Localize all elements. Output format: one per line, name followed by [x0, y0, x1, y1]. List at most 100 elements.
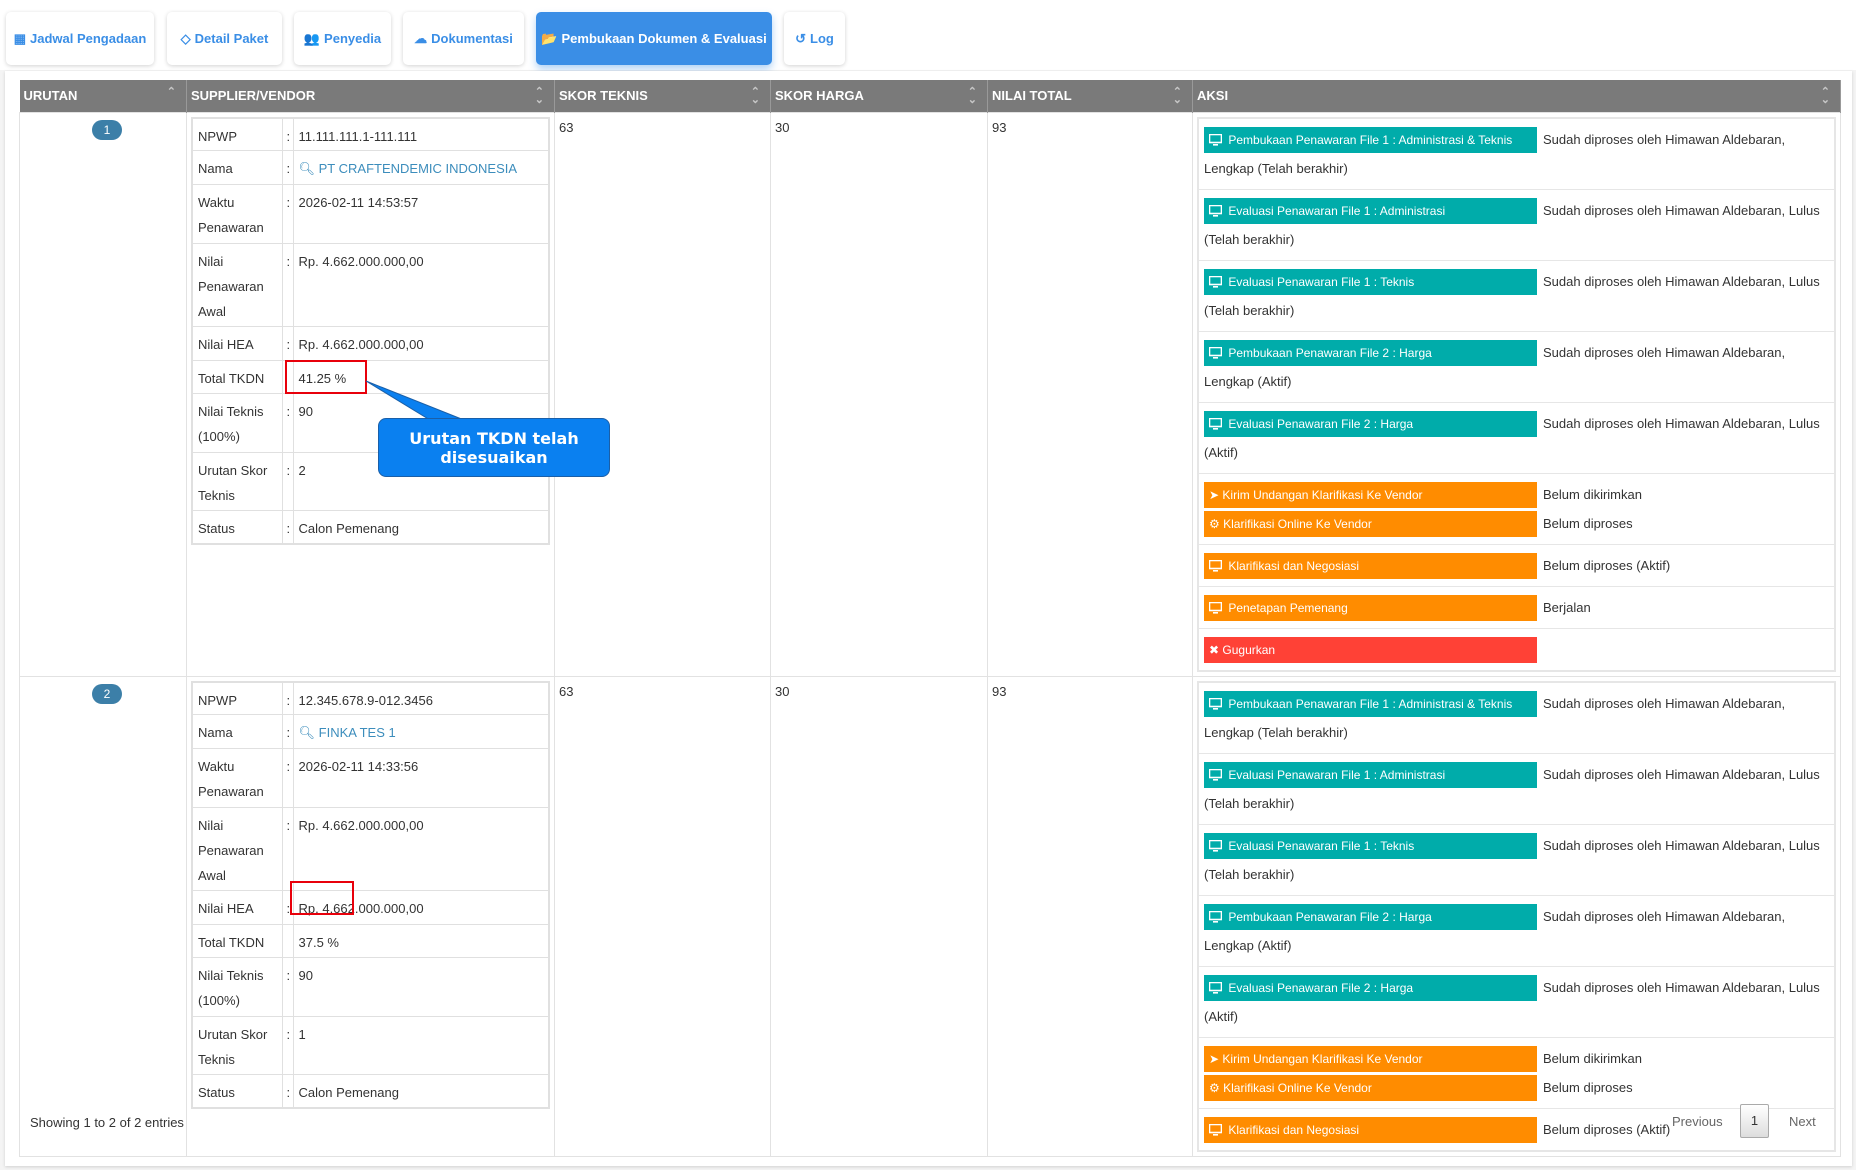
colon: :	[286, 1085, 291, 1100]
monitor-icon	[1208, 981, 1225, 995]
tab-label: Log	[810, 31, 834, 46]
sort-asc-icon: ⌃	[166, 86, 176, 98]
action-item: ✖ Gugurkan	[1204, 635, 1829, 664]
action-button[interactable]: Klarifikasi dan Negosiasi	[1204, 552, 1537, 579]
action-group: ✖ Gugurkan	[1199, 629, 1834, 670]
monitor-icon	[1208, 697, 1225, 711]
action-button[interactable]: ➤ Kirim Undangan Klarifikasi Ke Vendor	[1204, 481, 1537, 508]
action-button[interactable]: Klarifikasi dan Negosiasi	[1204, 1116, 1537, 1143]
value-cell: 11.111.111.1-111.111	[292, 117, 550, 151]
colon: :	[286, 968, 291, 983]
colon: :	[286, 759, 291, 774]
vendor-field-nama: Nama: 🔍︎ FINKA TES 1	[191, 714, 550, 749]
action-item: Evaluasi Penawaran File 2 : Harga Sudah d…	[1204, 973, 1829, 1031]
action-button[interactable]: Evaluasi Penawaran File 1 : Administrasi	[1204, 761, 1537, 788]
header-label: AKSI	[1197, 88, 1229, 104]
action-button[interactable]: Pembukaan Penawaran File 1 : Administras…	[1204, 690, 1537, 717]
action-button[interactable]: ⚙ Klarifikasi Online Ke Vendor	[1204, 510, 1537, 537]
tab-label: Jadwal Pengadaan	[29, 31, 147, 46]
action-button[interactable]: Pembukaan Penawaran File 2 : Harga	[1204, 903, 1537, 930]
action-button[interactable]: Evaluasi Penawaran File 1 : Administrasi	[1204, 197, 1537, 224]
urutan-value: 1	[298, 1027, 306, 1042]
action-button[interactable]: Evaluasi Penawaran File 1 : Teknis	[1204, 268, 1537, 295]
gears-icon: ⚙	[1209, 1080, 1220, 1095]
aksi-cell: Pembukaan Penawaran File 1 : Administras…	[1192, 111, 1841, 677]
colon-cell: :	[281, 714, 294, 749]
tab-detail-paket[interactable]: ◇ Detail Paket	[167, 12, 282, 65]
callout-annotation: Urutan TKDN telah disesuaikan	[378, 418, 610, 477]
monitor-icon	[1208, 133, 1225, 147]
action-button[interactable]: Penetapan Pemenang	[1204, 594, 1537, 621]
colon: :	[286, 161, 291, 176]
action-button[interactable]: ➤ Kirim Undangan Klarifikasi Ke Vendor	[1204, 1045, 1537, 1072]
colon: :	[286, 195, 291, 210]
column-header-nilai-total[interactable]: NILAI TOTAL ⌃ ⌄	[987, 80, 1193, 112]
vendor-name: FINKA TES 1	[318, 725, 396, 740]
table-row: 2 NPWP:12.345.678.9-012.3456 Nama: 🔍︎ FINK…	[19, 675, 1841, 1157]
monitor-icon	[1208, 839, 1225, 853]
action-label: Evaluasi Penawaran File 1 : Teknis	[1228, 838, 1415, 853]
action-button[interactable]: Evaluasi Penawaran File 2 : Harga	[1204, 974, 1537, 1001]
next-button[interactable]: Next	[1789, 1114, 1816, 1129]
tab-penyedia[interactable]: 👥 Penyedia	[294, 12, 391, 65]
action-label: Klarifikasi dan Negosiasi	[1228, 1122, 1360, 1137]
colon-cell: :	[281, 1074, 294, 1108]
diamond-icon: ◇	[180, 30, 191, 46]
action-button[interactable]: ✖ Gugurkan	[1204, 636, 1537, 663]
sort-icon: ⌃ ⌄	[1172, 86, 1182, 106]
colon: :	[286, 337, 291, 352]
action-group: Pembukaan Penawaran File 1 : Administras…	[1199, 119, 1834, 190]
action-label: Kirim Undangan Klarifikasi Ke Vendor	[1222, 1051, 1423, 1066]
cloud-download-icon: ☁	[414, 30, 428, 46]
vendor-name-link[interactable]: 🔍︎ PT CRAFTENDEMIC INDONESIA	[299, 161, 518, 176]
action-label: Pembukaan Penawaran File 1 : Administras…	[1228, 132, 1513, 147]
teknis-label: Nilai Teknis (100%)	[191, 393, 283, 453]
sort-icon: ⌃ ⌄	[534, 86, 544, 106]
tab-jadwal-pengadaan[interactable]: ▦ Jadwal Pengadaan	[6, 12, 154, 65]
column-header-supplier-vendor[interactable]: SUPPLIER/VENDOR ⌃ ⌄	[186, 80, 555, 112]
action-item: Evaluasi Penawaran File 1 : Teknis Sudah …	[1204, 267, 1829, 325]
value-cell: 🔍︎ FINKA TES 1	[292, 714, 550, 749]
action-status: Belum diproses	[1543, 1079, 1633, 1095]
tab-dokumentasi[interactable]: ☁ Dokumentasi	[403, 12, 524, 65]
monitor-icon	[1208, 768, 1225, 782]
column-header-aksi[interactable]: AKSI ⌃ ⌄	[1192, 80, 1841, 112]
action-button[interactable]: Evaluasi Penawaran File 1 : Teknis	[1204, 832, 1537, 859]
column-header-skor-harga[interactable]: SKOR HARGA ⌃ ⌄	[770, 80, 988, 112]
vendor-name-link[interactable]: 🔍︎ FINKA TES 1	[299, 725, 396, 740]
column-header-urutan[interactable]: URUTAN ⌃	[19, 80, 187, 112]
evaluation-table: URUTAN ⌃ SUPPLIER/VENDOR ⌃ ⌄ SKOR TEKNIS ⌃ ⌄ SKO…	[19, 80, 1841, 1157]
action-group: Pembukaan Penawaran File 2 : Harga Sudah …	[1199, 896, 1834, 967]
action-button[interactable]: Evaluasi Penawaran File 2 : Harga	[1204, 410, 1537, 437]
action-button[interactable]: Pembukaan Penawaran File 2 : Harga	[1204, 339, 1537, 366]
npwp-label: NPWP	[191, 681, 283, 715]
nilai-total: 93	[987, 111, 1193, 677]
colon: :	[286, 254, 291, 269]
action-item: Pembukaan Penawaran File 1 : Administras…	[1204, 125, 1829, 183]
tab-bar: ▦ Jadwal Pengadaan ◇ Detail Paket 👥 Penyedia ☁…	[0, 0, 1856, 70]
action-button[interactable]: ⚙ Klarifikasi Online Ke Vendor	[1204, 1074, 1537, 1101]
folder-open-icon: 📂	[541, 30, 558, 46]
action-status: Belum diproses	[1543, 515, 1633, 531]
users-icon: 👥	[303, 30, 321, 46]
tab-pembukaan-dokumen-evaluasi[interactable]: 📂 Pembukaan Dokumen & Evaluasi	[536, 12, 772, 65]
column-header-skor-teknis[interactable]: SKOR TEKNIS ⌃ ⌄	[554, 80, 771, 112]
colon-cell: :	[281, 326, 294, 361]
status-label: Status	[191, 510, 283, 544]
action-item: ➤ Kirim Undangan Klarifikasi Ke Vendor Be…	[1204, 1044, 1829, 1073]
colon-cell: :	[281, 957, 294, 1017]
action-label: Penetapan Pemenang	[1228, 600, 1348, 615]
action-label: Kirim Undangan Klarifikasi Ke Vendor	[1222, 487, 1423, 502]
vendor-field-hea: Nilai HEA: Rp. 4.662.000.000,00	[191, 890, 550, 925]
previous-button[interactable]: Previous	[1672, 1114, 1723, 1129]
action-button[interactable]: Pembukaan Penawaran File 1 : Administras…	[1204, 126, 1537, 153]
calendar-icon: ▦	[13, 30, 26, 46]
action-label: Evaluasi Penawaran File 2 : Harga	[1228, 980, 1414, 995]
vendor-field-npwp: NPWP:12.345.678.9-012.3456	[191, 681, 550, 715]
vendor-field-nama: Nama: 🔍︎ PT CRAFTENDEMIC INDONESIA	[191, 150, 550, 185]
tab-log[interactable]: ↺ Log	[784, 12, 845, 65]
page-1-button[interactable]: 1	[1740, 1104, 1769, 1138]
colon-cell: :	[281, 681, 294, 715]
vendor-field-teknis: Nilai Teknis (100%):90	[191, 957, 550, 1017]
urutan-value: 2	[298, 463, 306, 478]
